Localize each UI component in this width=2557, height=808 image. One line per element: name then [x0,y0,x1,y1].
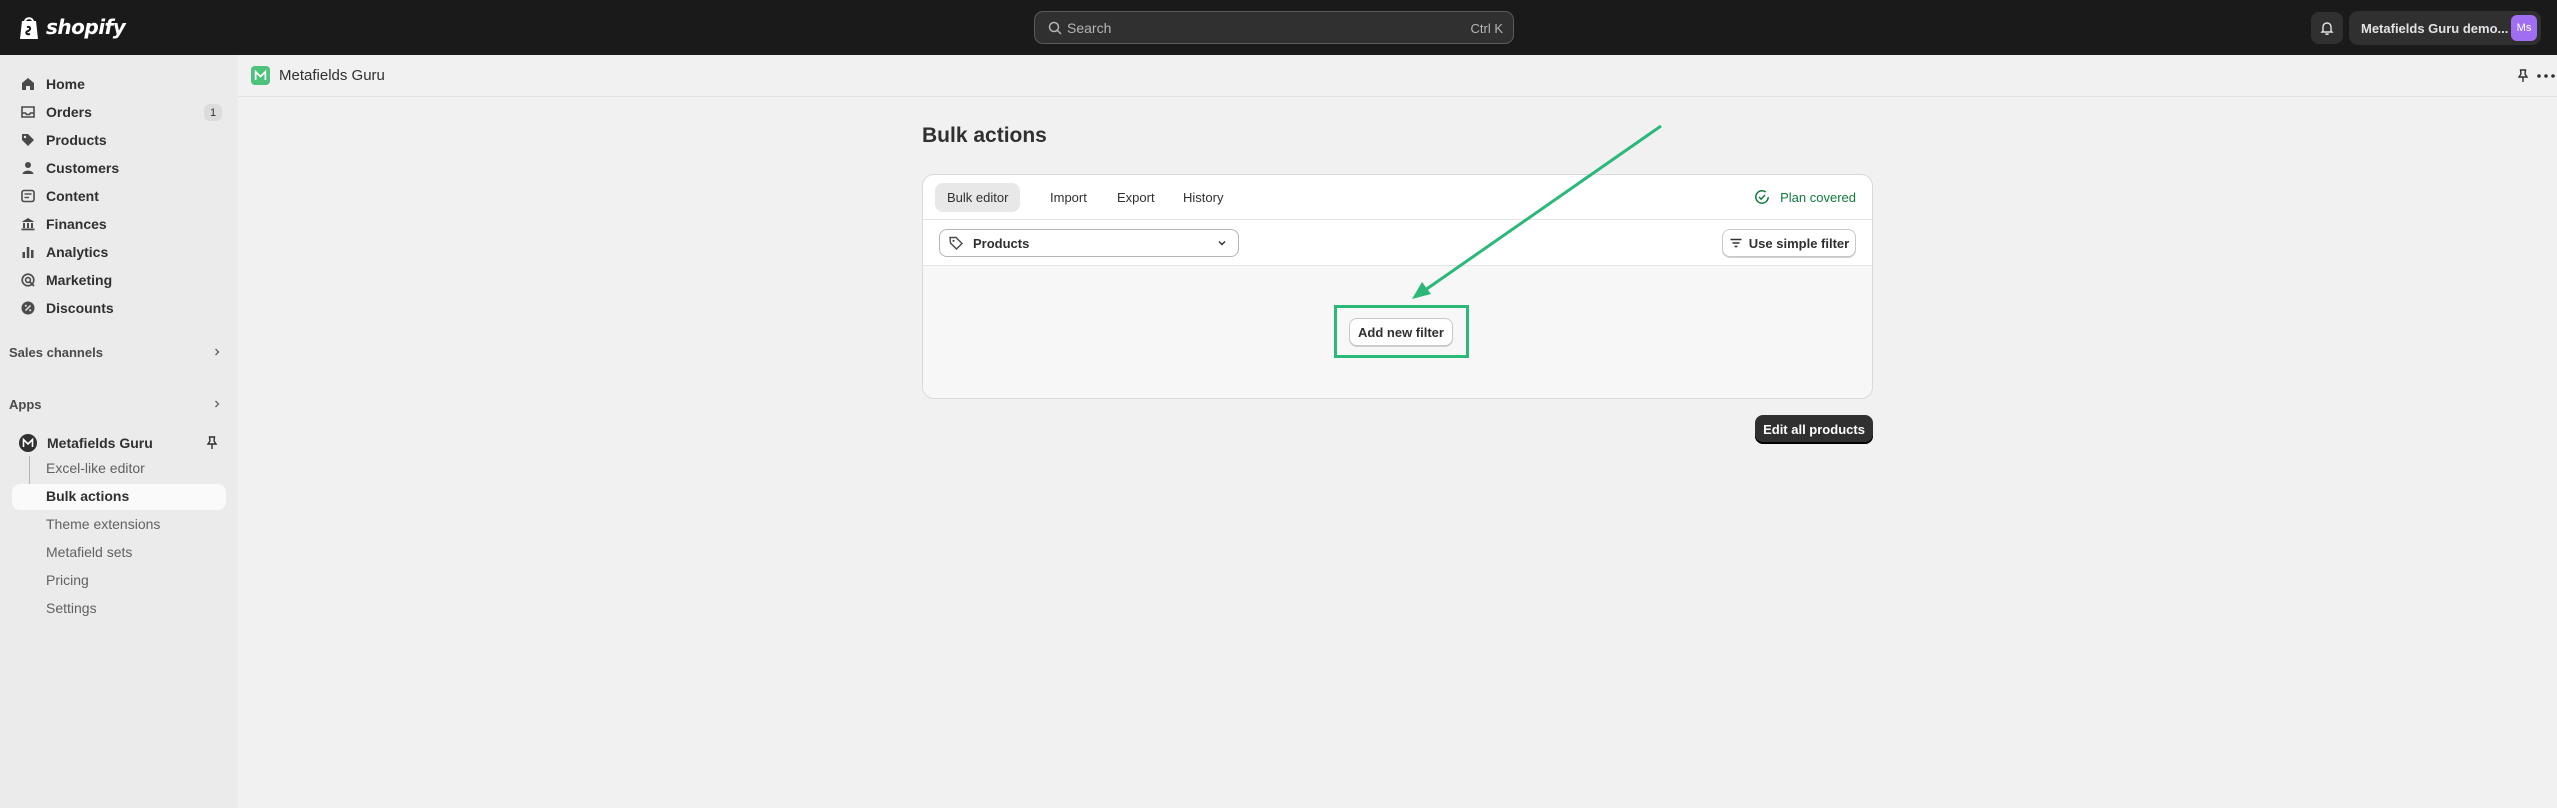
orders-count-badge: 1 [204,104,222,121]
page-title: Bulk actions [922,124,1047,147]
orders-icon [21,106,35,118]
chevron-down-icon [1218,241,1226,246]
shopify-logo[interactable]: shopify [18,14,126,40]
check-circle-icon [1755,190,1770,204]
bulk-actions-card: Bulk editor Import Export History Plan c… [922,174,1873,399]
target-icon [21,273,35,287]
more-options-icon[interactable] [2535,67,2557,85]
pin-icon[interactable] [2515,68,2531,84]
metafields-guru-logo-icon [19,434,37,452]
sidebar-item-marketing[interactable]: Marketing [12,267,226,293]
sidebar-item-customers[interactable]: Customers [12,155,226,181]
chevron-right-icon [215,348,220,356]
sidebar-subitem-theme-extensions[interactable]: Theme extensions [46,516,160,532]
filter-icon [1730,238,1742,248]
sidebar-item-home[interactable]: Home [12,71,226,97]
chevron-right-icon [215,400,220,408]
filter-bar: Products Use simple filter [923,220,1872,266]
resource-type-select[interactable]: Products [939,229,1239,257]
tab-export[interactable]: Export [1105,183,1167,212]
bar-chart-icon [22,247,34,258]
app-logo-icon [251,66,270,85]
content-icon [21,189,35,203]
top-bar: shopify Search Ctrl K Metafields Guru de… [0,0,2557,55]
search-placeholder: Search [1067,20,1112,36]
store-menu-button[interactable]: Metafields Guru demo... Ms [2349,11,2541,45]
tab-bulk-editor[interactable]: Bulk editor [935,183,1021,212]
edit-all-products-button[interactable]: Edit all products [1755,415,1873,444]
avatar: Ms [2511,15,2537,41]
pin-icon[interactable] [204,435,220,451]
sidebar-item-products[interactable]: Products [12,127,226,153]
plan-status-label: Plan covered [1780,189,1856,205]
app-header: Metafields Guru [238,55,2557,97]
tag-icon [949,236,963,250]
highlight-box: Add new filter [1334,305,1469,358]
apps-section[interactable]: Apps [9,393,223,415]
store-name: Metafields Guru demo... [2361,20,2509,36]
tab-history[interactable]: History [1171,183,1235,212]
add-new-filter-button[interactable]: Add new filter [1349,318,1453,346]
person-icon [22,162,34,174]
shopify-bag-icon [20,17,38,39]
tab-bar: Bulk editor Import Export History Plan c… [923,175,1872,220]
sidebar: Home Orders 1 Products Customers Content… [0,55,238,808]
sidebar-subitem-pricing[interactable]: Pricing [46,572,89,588]
resource-type-value: Products [973,235,1030,251]
bell-icon [2320,22,2334,35]
sidebar-app-metafields-guru[interactable]: Metafields Guru [12,430,226,456]
search-shortcut: Ctrl K [1470,21,1504,36]
plan-status: Plan covered [1754,189,1856,205]
app-title: Metafields Guru [279,67,385,84]
search-icon [1048,21,1062,35]
filter-area: Add new filter [923,266,1872,398]
home-icon [22,78,34,90]
search-input[interactable]: Search Ctrl K [1034,11,1514,44]
sidebar-subitem-bulk-actions[interactable]: Bulk actions [46,488,129,504]
tab-import[interactable]: Import [1038,183,1099,212]
annotation-arrow [1412,124,1662,299]
sidebar-subitem-settings[interactable]: Settings [46,600,97,616]
discount-icon [21,301,35,315]
sidebar-item-orders[interactable]: Orders 1 [12,99,226,125]
tag-icon [22,134,34,146]
brand-name: shopify [46,15,126,39]
use-simple-filter-button[interactable]: Use simple filter [1722,229,1856,257]
sidebar-item-analytics[interactable]: Analytics [12,239,226,265]
sidebar-item-content[interactable]: Content [12,183,226,209]
bank-icon [21,218,35,231]
sidebar-subitem-metafield-sets[interactable]: Metafield sets [46,544,132,560]
notifications-button[interactable] [2311,12,2343,44]
sidebar-item-discounts[interactable]: Discounts [12,295,226,321]
sidebar-subitem-excel-editor[interactable]: Excel-like editor [46,460,145,476]
sidebar-item-finances[interactable]: Finances [12,211,226,237]
sales-channels-section[interactable]: Sales channels [9,341,223,363]
